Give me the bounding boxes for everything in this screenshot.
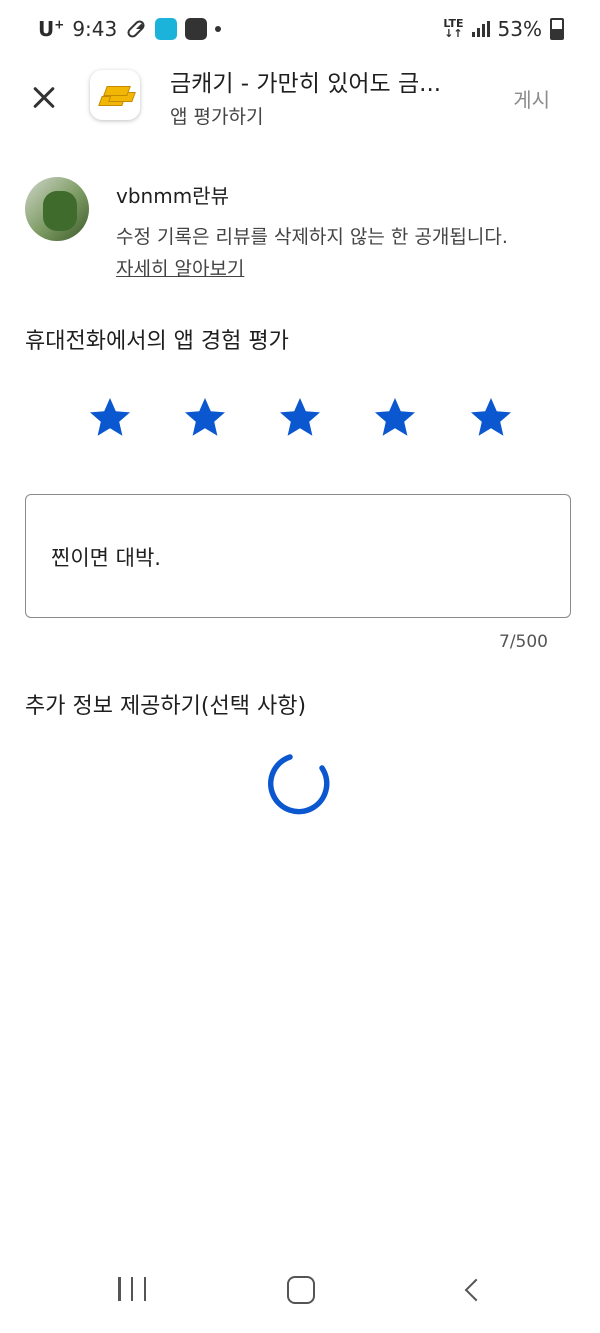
review-text: 찐이면 대박. [51, 546, 161, 570]
optional-info-heading: 추가 정보 제공하기(선택 사항) [25, 694, 307, 719]
home-button[interactable] [287, 1276, 315, 1304]
learn-more-link[interactable]: 자세히 알아보기 [116, 254, 244, 281]
app-icon [90, 70, 140, 120]
signal-icon [471, 21, 490, 37]
avatar [25, 177, 89, 241]
status-right: LTE ↓↑ 53% [443, 17, 564, 41]
recent-apps-button[interactable] [118, 1277, 146, 1301]
app-header: 금캐기 - 가만히 있어도 금... 앱 평가하기 게시 [0, 62, 600, 132]
status-time: 9:43 [72, 17, 118, 41]
close-button[interactable] [26, 80, 62, 116]
star-5-icon[interactable] [467, 393, 515, 441]
loading-spinner-icon [268, 754, 330, 815]
star-1-icon[interactable] [86, 393, 134, 441]
pill-icon [127, 20, 145, 38]
battery-icon [550, 18, 564, 40]
gallery-icon [185, 18, 208, 40]
char-counter: 7/500 [499, 632, 548, 652]
back-button[interactable] [464, 1278, 488, 1302]
post-button[interactable]: 게시 [513, 84, 550, 113]
star-3-icon[interactable] [276, 393, 324, 441]
rating-heading: 휴대전화에서의 앱 경험 평가 [25, 329, 289, 354]
star-4-icon[interactable] [371, 393, 419, 441]
system-nav-bar [0, 1253, 600, 1333]
page-subtitle: 앱 평가하기 [170, 106, 264, 128]
battery-percent: 53% [497, 17, 542, 41]
edit-history-notice: 수정 기록은 리뷰를 삭제하지 않는 한 공개됩니다. [116, 226, 508, 248]
status-bar: U+ 9:43 LTE ↓↑ 53% [0, 0, 600, 62]
status-left: U+ 9:43 [38, 17, 222, 41]
carrier-label: U+ [38, 17, 65, 41]
notification-dot [215, 26, 222, 32]
star-2-icon[interactable] [181, 393, 229, 441]
gold-bars-icon [98, 84, 136, 106]
app-s-icon [155, 18, 178, 40]
review-input[interactable]: 찐이면 대박. [25, 494, 571, 618]
app-title: 금캐기 - 가만히 있어도 금... [170, 71, 442, 97]
lte-icon: LTE ↓↑ [443, 17, 464, 40]
username: vbnmm란뷰 [116, 184, 229, 208]
